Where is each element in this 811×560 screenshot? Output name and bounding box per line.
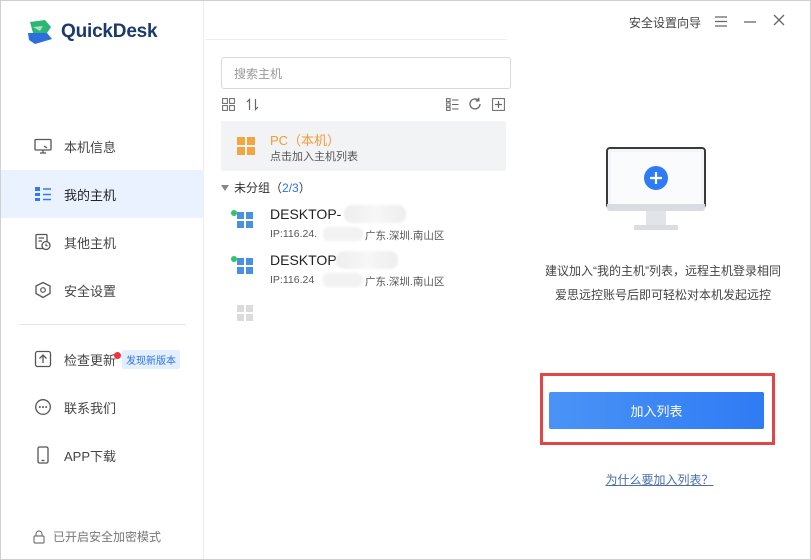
host-list-panel: 搜索主机 PC（本机） 点击加入主机列表 未分组 （ 2/3 ） DESKTOP…	[205, 39, 511, 559]
redacted-hostname	[336, 251, 398, 269]
host-name: DESKTOP	[270, 252, 337, 268]
host-location: 广东.深圳.南山区	[365, 230, 445, 242]
upload-arrow-icon	[34, 350, 52, 368]
local-pc-title: PC（本机）	[270, 133, 341, 148]
search-input[interactable]: 搜索主机	[221, 57, 511, 89]
security-wizard-link[interactable]: 安全设置向导	[629, 14, 701, 31]
host-item[interactable]: DESKTOP- IP:116.24. 广东.深圳.南山区	[231, 202, 501, 248]
group-count-open: （	[270, 181, 283, 195]
menu-icon[interactable]	[715, 15, 727, 30]
host-ip: IP:116.24	[270, 274, 315, 286]
windows-icon	[237, 212, 253, 231]
offline-windows-icon[interactable]	[237, 305, 253, 324]
sidebar-item-label: 检查更新	[64, 352, 117, 368]
monitor-icon	[34, 137, 52, 155]
description-line: 爱思远控账号后即可轻松对本机发起远控	[554, 288, 771, 302]
host-ip: IP:116.24.	[270, 228, 318, 240]
app-name: QuickDesk	[61, 21, 158, 42]
title-bar: 安全设置向导	[507, 1, 811, 41]
sidebar-item-label: APP下载	[64, 448, 117, 464]
redacted-hostname	[344, 205, 406, 223]
app-window: QuickDesk 本机信息 我的主机 其他主机 安全设置 检查更新 发现新版本…	[0, 0, 811, 560]
list-view-icon[interactable]	[445, 97, 459, 111]
host-list-icon	[34, 185, 52, 203]
redacted-ip	[323, 227, 363, 241]
refresh-icon[interactable]	[468, 97, 482, 111]
add-monitor-illustration-icon	[606, 147, 706, 236]
local-pc-card[interactable]: PC（本机） 点击加入主机列表	[221, 121, 506, 171]
sidebar-item-check-update[interactable]: 检查更新 发现新版本	[1, 335, 204, 383]
minimize-icon[interactable]	[744, 15, 756, 30]
detail-panel: 建议加入“我的主机”列表，远程主机登录相同 爱思远控账号后即可轻松对本机发起远控…	[507, 41, 811, 559]
sidebar-item-local-info[interactable]: 本机信息	[1, 122, 204, 170]
group-count: 2/3	[282, 180, 299, 195]
chat-bubble-icon	[34, 398, 52, 416]
list-tools	[445, 97, 505, 111]
sidebar-divider	[19, 324, 186, 325]
new-version-badge: 发现新版本	[122, 349, 181, 369]
local-pc-subtitle: 点击加入主机列表	[270, 151, 358, 163]
secure-mode-status: 已开启安全加密模式	[33, 528, 161, 545]
quickdesk-logo-icon	[28, 20, 52, 44]
add-to-list-button[interactable]: 加入列表	[549, 392, 764, 429]
close-icon[interactable]	[773, 14, 785, 29]
add-host-icon[interactable]	[491, 97, 505, 111]
clock-document-icon	[34, 233, 52, 251]
windows-icon	[237, 137, 255, 158]
sidebar-item-security[interactable]: 安全设置	[1, 266, 204, 314]
sort-icon[interactable]	[245, 97, 259, 111]
redacted-ip	[323, 273, 363, 287]
lock-icon	[33, 529, 45, 544]
group-header-ungrouped[interactable]: 未分组 （ 2/3 ）	[221, 179, 311, 196]
shield-icon	[34, 281, 52, 299]
phone-icon	[34, 446, 52, 464]
group-name: 未分组	[234, 181, 271, 195]
group-count-close: ）	[298, 181, 311, 195]
sidebar-item-label: 安全设置	[64, 283, 117, 299]
view-tools	[221, 97, 259, 111]
why-add-link[interactable]: 为什么要加入列表？	[507, 471, 811, 488]
sidebar-item-label: 其他主机	[64, 235, 117, 251]
search-placeholder: 搜索主机	[234, 66, 283, 81]
sidebar-nav: 本机信息 我的主机 其他主机 安全设置 检查更新 发现新版本 联系我们 APP下…	[1, 122, 204, 479]
triangle-down-icon	[221, 184, 229, 191]
windows-icon	[237, 258, 253, 277]
app-logo: QuickDesk	[25, 17, 158, 47]
update-notification-dot	[114, 352, 121, 359]
grid-view-icon[interactable]	[221, 97, 235, 111]
sidebar-item-my-hosts[interactable]: 我的主机	[1, 170, 204, 218]
sidebar-item-other-hosts[interactable]: 其他主机	[1, 218, 204, 266]
sidebar-item-label: 我的主机	[64, 187, 117, 203]
secure-mode-label: 已开启安全加密模式	[53, 530, 162, 544]
sidebar: QuickDesk 本机信息 我的主机 其他主机 安全设置 检查更新 发现新版本…	[1, 1, 204, 559]
host-location: 广东.深圳.南山区	[365, 276, 445, 288]
sidebar-item-app-download[interactable]: APP下载	[1, 431, 204, 479]
sidebar-item-label: 本机信息	[64, 139, 117, 155]
add-to-list-description: 建议加入“我的主机”列表，远程主机登录相同 爱思远控账号后即可轻松对本机发起远控	[523, 259, 803, 307]
description-line: 建议加入“我的主机”列表，远程主机登录相同	[545, 264, 781, 278]
sidebar-item-label: 联系我们	[64, 400, 117, 416]
host-item[interactable]: DESKTOP IP:116.24 广东.深圳.南山区	[231, 248, 501, 294]
host-name: DESKTOP-	[270, 206, 342, 222]
sidebar-item-contact[interactable]: 联系我们	[1, 383, 204, 431]
